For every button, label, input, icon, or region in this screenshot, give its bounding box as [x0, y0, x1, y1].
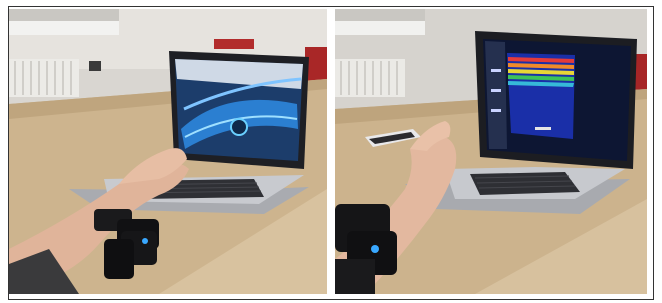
- photo-right-breakout-game: [335, 9, 647, 294]
- figure: [0, 0, 662, 303]
- racing-scene-image: [9, 9, 327, 294]
- breakout-scene-image: [335, 9, 647, 294]
- photo-left-racing-game: [9, 9, 327, 294]
